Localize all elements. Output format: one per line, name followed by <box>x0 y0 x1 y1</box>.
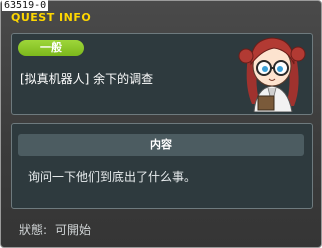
content-section-header: 内容 <box>18 134 304 156</box>
quest-status: 狀態: 可開始 <box>19 221 91 238</box>
quest-content-panel: 内容 询问一下他们到底出了什么事。 <box>11 123 313 209</box>
quest-header-panel: 一般 [拟真机器人] 余下的调查 <box>11 33 313 115</box>
status-label: 狀態: <box>19 223 48 237</box>
status-value: 可開始 <box>55 223 92 237</box>
quest-description: 询问一下他们到底出了什么事。 <box>28 170 197 184</box>
quest-name: [拟真机器人] 余下的调查 <box>20 72 154 86</box>
quest-id-label: 63519-0 <box>2 0 49 11</box>
quest-info-window: QUEST INFO 一般 [拟真机器人] 余下的调查 内容 询问一下他们到底出… <box>0 0 322 248</box>
npc-portrait-icon <box>238 37 306 112</box>
window-title: QUEST INFO <box>11 11 92 24</box>
quest-category-badge: 一般 <box>18 40 84 56</box>
